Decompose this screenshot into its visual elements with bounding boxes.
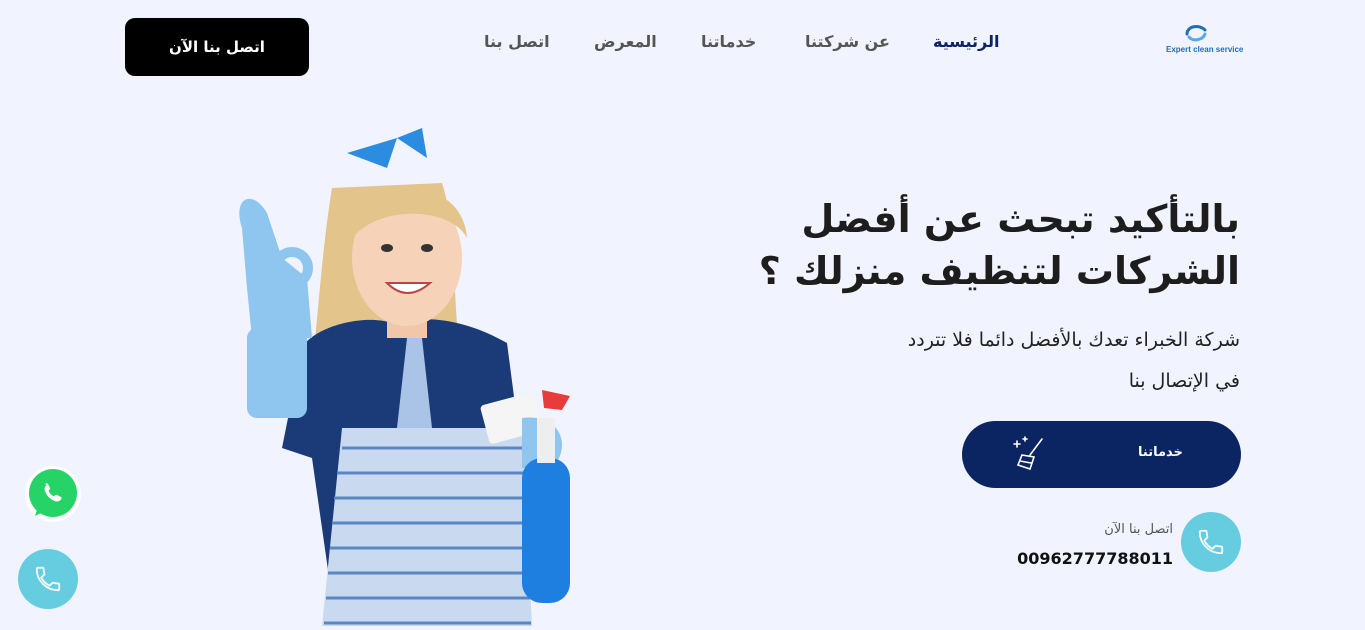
hero-image [222, 128, 592, 626]
nav-item-home[interactable]: الرئيسية [933, 32, 1000, 51]
services-button-label: خدماتنا [1138, 445, 1183, 460]
phone-number[interactable]: 00962777788011 [1017, 549, 1173, 568]
hero-headline: بالتأكيد تبحث عن أفضل الشركات لتنظيف منز… [680, 193, 1240, 297]
phone-float-button[interactable] [18, 549, 78, 609]
call-button[interactable] [1181, 512, 1241, 572]
whatsapp-icon [25, 466, 81, 522]
main-nav: الرئيسية عن شركتنا خدماتنا المعرض اتصل ب… [470, 32, 1015, 56]
phone-icon [1198, 529, 1224, 555]
hero-headline-line1: بالتأكيد تبحث عن أفضل [801, 197, 1240, 241]
hero-headline-line2: الشركات لتنظيف منزلك ؟ [758, 249, 1240, 293]
nav-item-services[interactable]: خدماتنا [701, 32, 756, 51]
hero-subtext-line2: في الإتصال بنا [1128, 370, 1240, 392]
hero-subtext: شركة الخبراء تعدك بالأفضل دائما فلا تترد… [800, 320, 1240, 402]
contact-now-button[interactable]: اتصل بنا الآن [125, 18, 309, 76]
call-label: اتصل بنا الآن [1104, 522, 1173, 537]
logo-swirl-icon [1185, 25, 1207, 42]
whatsapp-float-button[interactable] [23, 464, 83, 524]
logo-text: Expert clean service [1166, 45, 1244, 54]
phone-icon [35, 566, 61, 592]
cleaning-broom-icon [1012, 435, 1050, 476]
services-button[interactable]: خدماتنا [962, 421, 1241, 488]
nav-item-about[interactable]: عن شركتنا [805, 32, 890, 51]
nav-item-contact[interactable]: اتصل بنا [484, 32, 550, 51]
site-logo[interactable]: Expert clean service [1166, 22, 1244, 62]
hero-subtext-line1: شركة الخبراء تعدك بالأفضل دائما فلا تترد… [907, 329, 1240, 351]
nav-item-gallery[interactable]: المعرض [594, 32, 657, 51]
